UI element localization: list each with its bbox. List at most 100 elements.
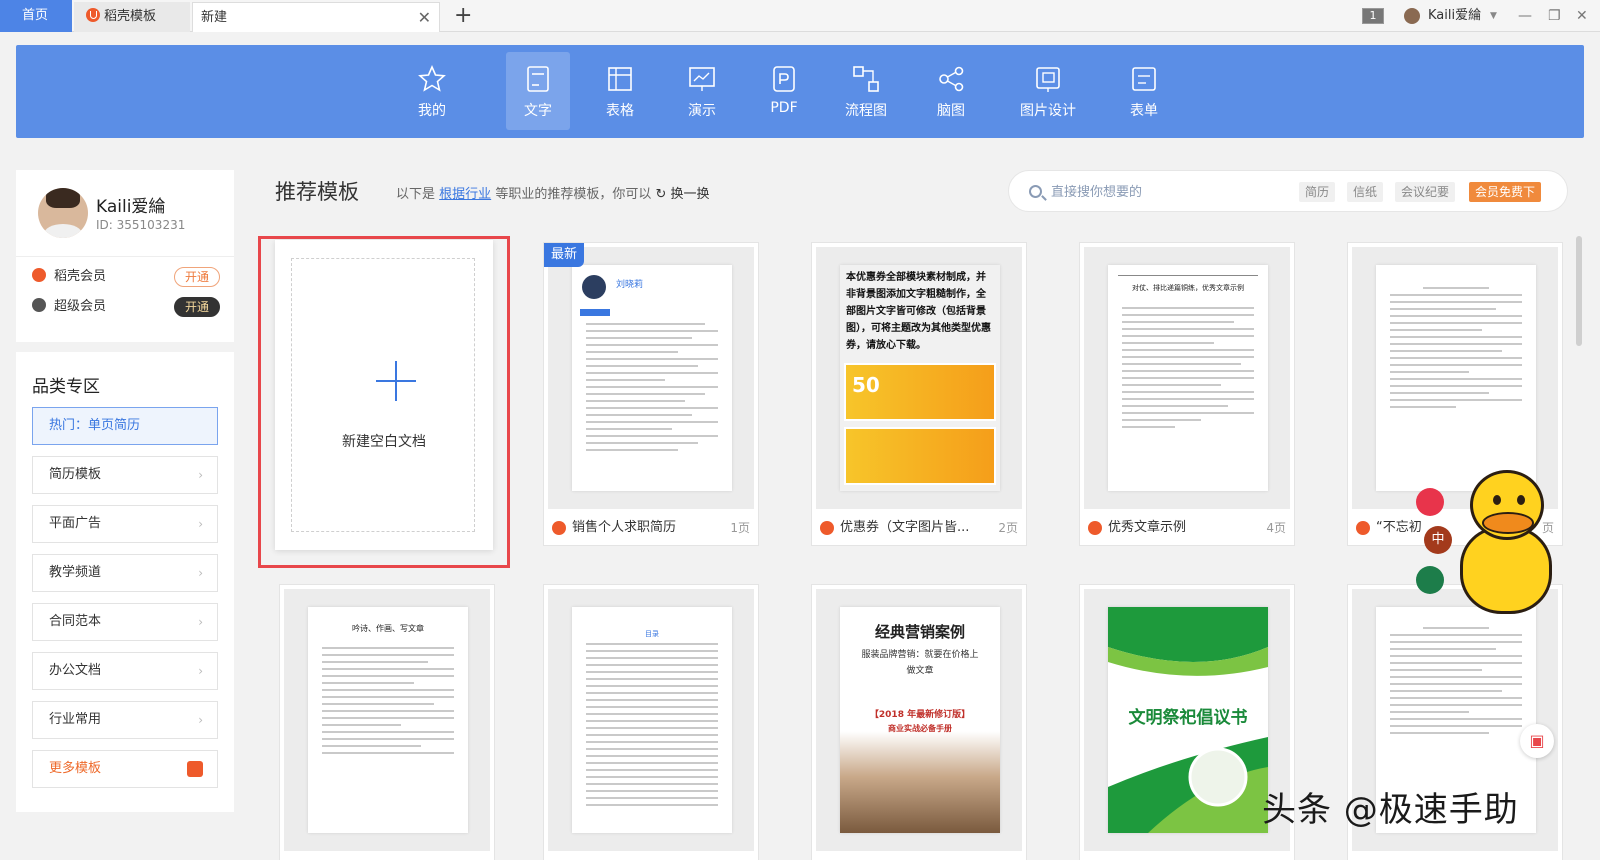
window-count-badge[interactable]: 1 — [1362, 8, 1384, 24]
category-label: 更多模板 — [49, 761, 102, 776]
search-box: 简历 信纸 会议纪要 会员免费下 — [1008, 170, 1568, 212]
category-title: 品类专区 — [32, 377, 100, 397]
template-name: 优秀文章示例 — [1108, 520, 1187, 535]
essay-text-lines — [1390, 627, 1522, 739]
refresh-button[interactable]: ↻ 换一换 — [655, 187, 709, 202]
search-chip[interactable]: 简历 — [1299, 182, 1336, 202]
nav-mindmap[interactable]: 脑图 — [919, 52, 983, 130]
nav-label: 演示 — [688, 103, 716, 119]
template-card-footer: 优惠券（文字图片皆... 2页 — [812, 511, 1026, 545]
duck-mascot[interactable] — [1452, 470, 1562, 630]
toc-title: 目录 — [645, 630, 659, 638]
search-icon — [1029, 185, 1042, 198]
close-window-button[interactable]: ✕ — [1576, 0, 1588, 32]
avatar[interactable] — [38, 188, 88, 238]
nav-form[interactable]: 表单 — [1112, 52, 1176, 130]
category-label: 简历模板 — [49, 467, 102, 482]
category-item[interactable]: 办公文档 › — [32, 652, 218, 690]
profile-id: ID: 355103231 — [96, 218, 186, 232]
template-card-row2[interactable]: 吟诗、作画、写文章 — [279, 584, 495, 860]
category-label: 行业常用 — [49, 712, 102, 727]
mindmap-icon — [939, 66, 964, 92]
profile-panel: Kaili爱綸 ID: 355103231 稻壳会员 开通 超级会员 开通 — [16, 170, 234, 342]
category-item[interactable]: 合同范本 › — [32, 603, 218, 641]
coupon-graphic: 50 — [844, 363, 996, 421]
template-card-essay[interactable]: 对仗、排比递篇铜练，优秀文章示例 优秀文章示例 4页 — [1079, 242, 1295, 546]
template-name: 销售个人求职简历 — [572, 520, 677, 535]
tab-home[interactable]: 首页 — [0, 0, 72, 32]
search-chip[interactable]: 会议纪要 — [1395, 182, 1456, 202]
marketing-cover-preview: 经典营销案例 服装品牌营销：就要在价格上做文章 【2018 年最新修订版】 商业… — [840, 607, 1000, 833]
nav-flowchart[interactable]: 流程图 — [834, 52, 898, 130]
nav-text[interactable]: 文字 — [506, 52, 570, 130]
docer-vip-open-button[interactable]: 开通 — [174, 267, 220, 287]
moon-icon[interactable] — [1416, 566, 1444, 594]
template-card-resume[interactable]: 最新 刘晓莉 销售个人求职简历 1页 — [543, 242, 759, 546]
super-vip-open-button[interactable]: 开通 — [174, 297, 220, 317]
close-tab-icon[interactable]: ✕ — [418, 3, 431, 33]
nav-my[interactable]: 我的 — [400, 52, 464, 130]
category-item[interactable]: 简历模板 › — [32, 456, 218, 494]
essay-title: 对仗、排比递篇铜练，优秀文章示例 — [1132, 284, 1244, 292]
chevron-right-icon: › — [198, 664, 203, 678]
duck-eye — [1493, 495, 1501, 505]
scrollbar[interactable] — [1576, 236, 1582, 346]
docer-icon — [187, 761, 203, 777]
cover-edition: 【2018 年最新修订版】 — [869, 710, 971, 720]
nav-label: 脑图 — [937, 103, 965, 119]
essay-text-lines — [1122, 307, 1254, 433]
essay-text-lines — [322, 647, 454, 759]
cover-title: 文明祭祀倡议书 — [1128, 708, 1248, 728]
tab-templates[interactable]: 稻壳模板 — [74, 2, 190, 32]
ime-chinese-icon[interactable]: 中 — [1424, 526, 1452, 554]
user-name[interactable]: Kaili爱綸 — [1428, 0, 1481, 32]
resume-text-lines — [586, 323, 718, 456]
category-label: 办公文档 — [49, 663, 102, 678]
industry-link[interactable]: 根据行业 — [439, 187, 491, 202]
category-item[interactable]: 教学频道 › — [32, 554, 218, 592]
top-nav: 我的 文字 表格 演示 PDF 流程图 脑图 图片设计 表单 — [16, 45, 1584, 138]
chevron-right-icon: › — [198, 615, 203, 629]
form-icon — [1132, 67, 1156, 91]
category-more[interactable]: 更多模板 — [32, 750, 218, 788]
chevron-down-icon[interactable]: ▼ — [1490, 0, 1497, 32]
watermark: 头条 @极速手助 — [1262, 790, 1519, 830]
super-vip-icon — [32, 298, 46, 312]
table-icon — [608, 67, 632, 91]
tab-new[interactable]: 新建 ✕ — [192, 2, 440, 32]
template-card-row2[interactable]: 目录 — [543, 584, 759, 860]
template-name: 优惠券（文字图片皆... — [840, 520, 970, 535]
nav-spreadsheet[interactable]: 表格 — [588, 52, 652, 130]
category-hot[interactable]: 热门：单页简历 — [32, 407, 218, 445]
floating-app-icon[interactable] — [1416, 488, 1444, 516]
nav-label: PDF — [770, 100, 798, 116]
template-card-footer: 优秀文章示例 4页 — [1080, 511, 1294, 545]
nav-pdf[interactable]: PDF — [752, 52, 816, 130]
add-tab-button[interactable]: + — [454, 2, 472, 30]
user-avatar-small[interactable] — [1404, 8, 1420, 24]
restore-button[interactable]: ❐ — [1548, 0, 1561, 32]
toc-preview: 目录 — [572, 607, 732, 833]
cover-subtitle: 服装品牌营销：就要在价格上做文章 — [861, 650, 979, 676]
green-cover-preview: 文明祭祀倡议书 — [1108, 607, 1268, 833]
template-card-row2[interactable]: 经典营销案例 服装品牌营销：就要在价格上做文章 【2018 年最新修订版】 商业… — [811, 584, 1027, 860]
template-card-coupon[interactable]: 本优惠券全部模块素材制成，并非背景图添加文字粗糙制作，全部图片文字皆可修改（包括… — [811, 242, 1027, 546]
nav-image-design[interactable]: 图片设计 — [1012, 52, 1084, 130]
minimize-button[interactable]: — — [1518, 0, 1532, 32]
resume-photo — [582, 275, 606, 299]
nav-presentation[interactable]: 演示 — [670, 52, 734, 130]
new-badge: 最新 — [544, 243, 584, 267]
template-thumbnail: 文明祭祀倡议书 — [1084, 589, 1290, 851]
profile-name: Kaili爱綸 — [96, 197, 166, 217]
super-vip-row: 超级会员 开通 — [32, 296, 220, 318]
docer-icon — [1088, 521, 1102, 535]
gift-icon[interactable]: ▣ — [1520, 724, 1554, 758]
search-chip[interactable]: 信纸 — [1347, 182, 1384, 202]
category-item[interactable]: 行业常用 › — [32, 701, 218, 739]
vip-free-download-button[interactable]: 会员免费下 — [1469, 182, 1542, 202]
star-icon — [418, 65, 446, 92]
search-input[interactable] — [1051, 181, 1291, 203]
essay-rule — [1118, 275, 1258, 276]
category-item[interactable]: 平面广告 › — [32, 505, 218, 543]
chevron-right-icon: › — [198, 468, 203, 482]
